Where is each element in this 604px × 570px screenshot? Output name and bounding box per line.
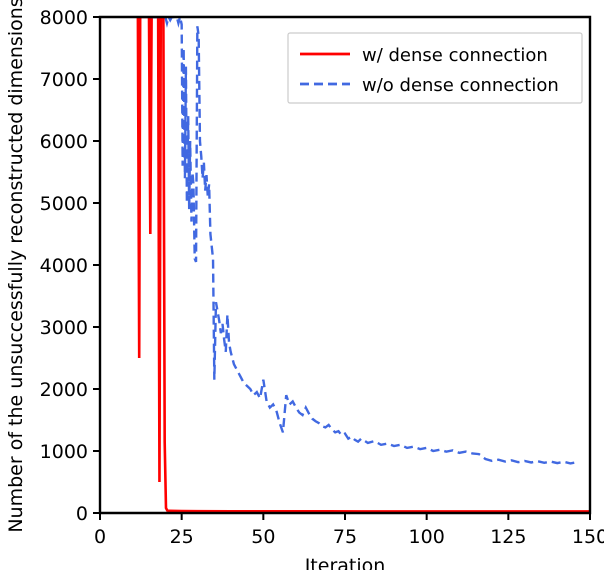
- y-tick-label: 1000: [40, 441, 88, 463]
- x-tick-label: 75: [333, 526, 357, 548]
- x-tick-label: 50: [251, 526, 275, 548]
- x-tick-label: 100: [409, 526, 445, 548]
- y-axis: 0 1000 2000 3000 4000 5000 6000 7000 8000 Number …: [5, 0, 100, 533]
- x-tick-label: 150: [572, 526, 604, 548]
- legend[interactable]: w/ dense connection w/o dense connection: [287, 32, 583, 104]
- chart-plot: 0 25 50 75 100 125 150 Iteration 0 1000 2000 3000 40…: [5, 0, 604, 570]
- legend-label-with-dense-connection: w/ dense connection: [362, 45, 548, 66]
- y-axis-title: Number of the unsuccessfully reconstruct…: [5, 0, 27, 533]
- x-tick-label: 0: [94, 526, 106, 548]
- y-tick-label: 7000: [40, 69, 88, 91]
- y-tick-label: 4000: [40, 255, 88, 277]
- y-tick-label: 0: [76, 503, 88, 525]
- x-tick-label: 25: [170, 526, 194, 548]
- legend-label-without-dense-connection: w/o dense connection: [362, 75, 559, 96]
- x-axis-title: Iteration: [305, 555, 386, 570]
- y-tick-label: 2000: [40, 379, 88, 401]
- y-tick-label: 6000: [40, 131, 88, 153]
- figure-canvas: 0 25 50 75 100 125 150 Iteration 0 1000 2000 3000 40…: [0, 0, 604, 570]
- y-tick-label: 3000: [40, 317, 88, 339]
- y-tick-label: 5000: [40, 193, 88, 215]
- x-axis: 0 25 50 75 100 125 150 Iteration: [94, 513, 604, 570]
- y-tick-label: 8000: [40, 7, 88, 29]
- x-tick-label: 125: [490, 526, 526, 548]
